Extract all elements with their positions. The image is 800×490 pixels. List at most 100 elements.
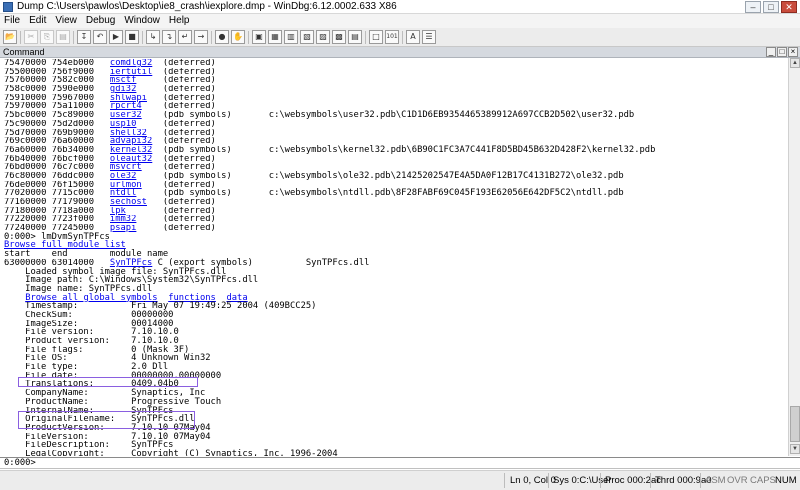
scroll-up-arrow-icon[interactable]: ▲ [790,58,800,68]
restart-icon[interactable]: ↶ [93,30,107,44]
registers-window-icon[interactable]: ▧ [300,30,314,44]
module-end: 7715c000 [51,189,95,199]
watch-window-icon[interactable]: ▦ [268,30,282,44]
module-row: 758c0000 7590e000 gdi32 (deferred) [4,85,788,94]
module-end: 75c89000 [51,111,95,120]
module-name-link[interactable]: msctf [110,76,163,85]
open-icon[interactable]: 📂 [3,30,17,44]
property-key: LegalCopyright: [25,449,105,456]
command-window-icon[interactable]: ▣ [252,30,266,44]
module-name-link[interactable]: shlwapi [110,94,163,103]
module-row: 75760000 7582c000 msctf (deferred) [4,76,788,85]
menu-file[interactable]: File [0,14,25,26]
property-key: OriginalFilename: [25,415,116,424]
module-name-link[interactable]: imm32 [110,215,163,224]
command-window-header: Command _ □ × [0,47,800,58]
disassembly-window-icon[interactable]: ▤ [348,30,362,44]
module-name-link[interactable]: user32 [110,111,163,120]
memory-window-icon[interactable]: ▨ [316,30,330,44]
module-name-link[interactable]: oleaut32 [110,155,163,164]
status-thread: Thrd 000:9a0 [655,475,712,486]
close-button[interactable]: ✕ [781,1,797,13]
module-end: 75a11000 [51,102,95,112]
scroll-down-arrow-icon[interactable]: ▼ [790,444,800,454]
menu-window[interactable]: Window [120,14,165,26]
property-row: ProductName: Progressive Touch [4,397,788,407]
module-status: (deferred) [162,102,216,112]
module-name-link[interactable]: urlmon [110,181,163,190]
output-scrollbar[interactable]: ▲ ▼ [788,58,800,456]
hand-icon[interactable]: ✋ [231,30,245,44]
module-name-link[interactable]: gdi32 [110,85,163,94]
source-mode-icon[interactable]: □ [369,30,383,44]
cut-icon[interactable]: ✂ [24,30,38,44]
paste-icon[interactable]: ▤ [56,30,70,44]
property-key: CompanyName: [25,389,89,398]
command-output[interactable]: 75470000 754eb000 comdlg32 (deferred) 755000… [0,58,788,456]
maximize-button[interactable]: □ [763,1,779,13]
property-key: Translations: [25,380,95,390]
run-to-cursor-icon[interactable]: ↵ [178,30,192,44]
module-status: (deferred) [162,119,216,129]
module-name-link[interactable]: kernel32 [110,146,163,155]
module-end: 76b34000 [51,145,95,155]
module-name-link[interactable]: psapi [110,224,163,233]
module-name-link[interactable]: rpcrt4 [110,102,163,111]
command-input[interactable] [42,459,782,468]
module-end: 7582c000 [51,76,95,86]
module-symbol-path: c:\websymbols\ole32.pdb\21425202547E4A5D… [268,170,624,181]
module-start: 75500000 [4,67,47,77]
command-minimize-button[interactable]: _ [766,47,776,57]
menu-bar: File Edit View Debug Window Help [0,14,800,28]
module-end: 77179000 [51,198,95,207]
menu-debug[interactable]: Debug [82,14,120,26]
hex-mode-icon[interactable]: 101 [385,30,399,44]
step-into-icon[interactable]: ↧ [77,30,91,44]
step-over-icon[interactable]: ↳ [146,30,160,44]
module-name-link[interactable]: lpk [110,207,163,216]
module-end: 76f15000 [51,180,95,190]
module-name-link[interactable]: advapi32 [110,137,163,146]
module-name-link[interactable]: shell32 [110,129,163,138]
options-icon[interactable]: ☰ [422,30,436,44]
copy-icon[interactable]: ⎘ [40,30,54,44]
module-status: (deferred) [162,198,216,207]
breakpoint-arrow-icon[interactable]: → [194,30,208,44]
module-name-link[interactable]: msvcrt [110,163,163,172]
module-status: (pdb symbols) [162,111,232,120]
menu-edit[interactable]: Edit [25,14,51,26]
module-name-link[interactable]: ole32 [110,172,163,181]
status-caps: CAPS [750,475,776,486]
command-maximize-button[interactable]: □ [777,47,787,57]
module-name-link[interactable]: sechost [110,198,163,207]
step-out-icon[interactable]: ↴ [162,30,176,44]
menu-help[interactable]: Help [165,14,195,26]
scroll-thumb[interactable] [790,406,800,442]
module-name-link[interactable]: comdlg32 [110,59,163,68]
module-start: 76a60000 [4,145,47,155]
breakpoint-icon[interactable]: ● [215,30,229,44]
property-row: OriginalFilename: SynTPFcs.dll [4,415,788,424]
property-row: FileDescription: SynTPFcs [4,441,788,450]
module-name-link[interactable]: usp10 [110,120,163,129]
title-bar: Dump C:\Users\pawlos\Desktop\ie8_crash\i… [0,0,800,14]
menu-view[interactable]: View [51,14,82,26]
module-start: 75bc0000 [4,111,47,120]
module-start: 75760000 [4,76,47,86]
property-key: File version: [25,328,95,338]
property-value: Copyright (C) Synaptics, Inc. 1996-2004 [131,448,338,456]
font-icon[interactable]: A [406,30,420,44]
module-name-link[interactable]: iertutil [110,68,163,77]
go-icon[interactable]: ▶ [109,30,123,44]
module-row: 76a60000 76b34000 kernel32 (pdb symbols) c:\… [4,145,788,155]
stop-icon[interactable]: ■ [125,30,139,44]
minimize-button[interactable]: – [745,1,761,13]
module-name-link[interactable]: ntdll [110,189,163,198]
call-stack-window-icon[interactable]: ▩ [332,30,346,44]
module-status: (deferred) [162,206,216,216]
module-status: (deferred) [162,93,216,103]
locals-window-icon[interactable]: ▥ [284,30,298,44]
command-close-button[interactable]: × [788,47,798,57]
module-status: (pdb symbols) [162,145,232,155]
module-start: 75910000 [4,93,47,103]
